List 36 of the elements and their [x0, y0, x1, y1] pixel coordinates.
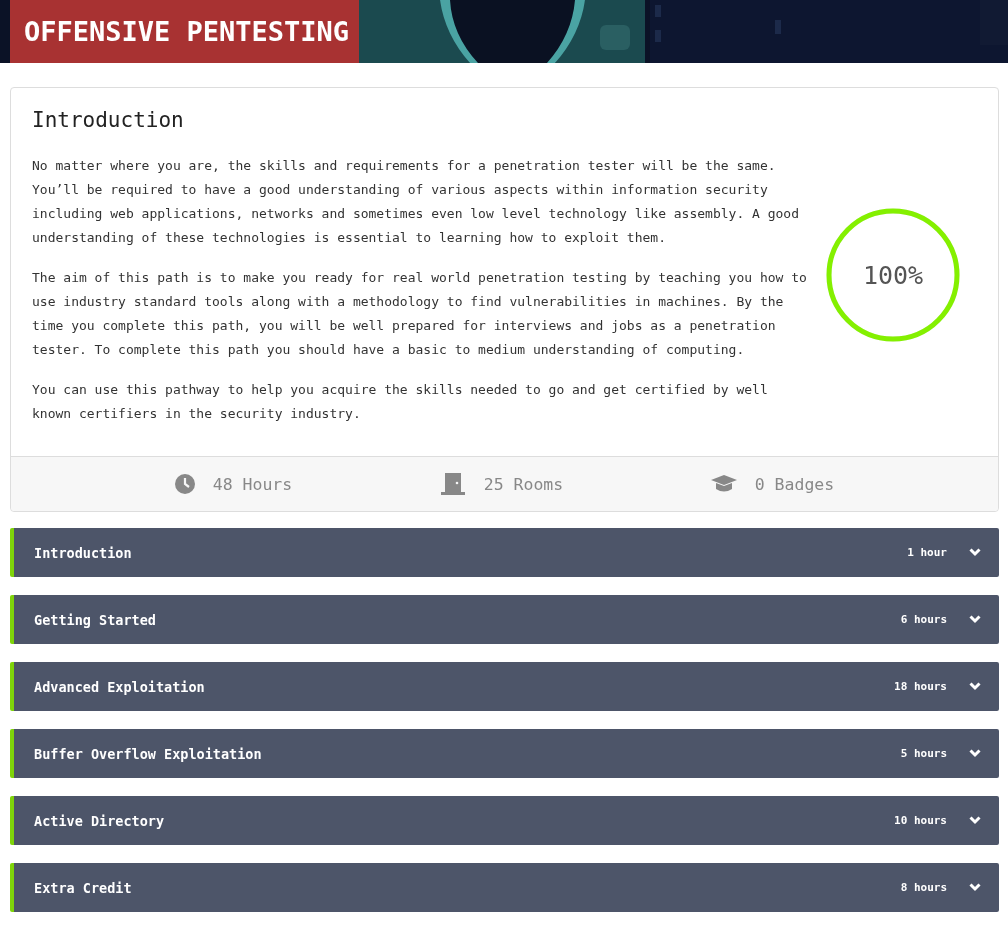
description-paragraph: No matter where you are, the skills and requirements for a penetration tester will be the same. You’ll be required to have a good understanding of various aspects within information security including web applications, networks and sometimes even low level technology like assembly. A good understanding of these technologies is essential to learning how to exploit them.	[32, 157, 800, 247]
description-paragraph: You can use this pathway to help you acquire the skills needed to go and get certified by well known certifiers in the security industry.	[32, 381, 769, 423]
module-header[interactable]: Active Directory 10 hours	[10, 796, 999, 845]
graduation-cap-icon	[710, 475, 737, 493]
clock-icon	[174, 474, 195, 494]
module-duration: 10 hours	[894, 814, 947, 827]
chevron-down-icon	[969, 749, 981, 758]
module-duration: 6 hours	[900, 613, 947, 626]
chevron-down-icon	[969, 682, 981, 691]
chevron-down-icon	[969, 816, 981, 825]
chevron-down-icon	[969, 548, 981, 557]
chevron-down-icon	[969, 615, 981, 624]
module-header[interactable]: Extra Credit 8 hours	[10, 863, 999, 912]
stat-label: 25 Rooms	[483, 474, 564, 494]
stat-label: 0 Badges	[754, 474, 835, 494]
module-duration: 8 hours	[900, 881, 947, 894]
progress-percent: 100%	[862, 260, 924, 290]
module-duration: 1 hour	[907, 546, 947, 559]
module-title: Advanced Exploitation	[34, 678, 206, 695]
module-duration: 18 hours	[894, 680, 947, 693]
description-paragraph: The aim of this path is to make you ready for real world penetration testing by teaching you how to use industry standard tools along with a methodology to find vulnerabilities in machines. By the time you complete this path, you will be well prepared for interviews and jobs as a penetration tester. To complete this path you should have a basic to medium understanding of computing.	[32, 269, 808, 359]
module-title: Extra Credit	[34, 879, 133, 896]
door-icon	[439, 473, 466, 495]
module-duration: 5 hours	[900, 747, 947, 760]
section-heading: Introduction	[32, 108, 185, 132]
module-header[interactable]: Advanced Exploitation 18 hours	[10, 662, 999, 711]
module-header[interactable]: Buffer Overflow Exploitation 5 hours	[10, 729, 999, 778]
stat-label: 48 Hours	[212, 474, 293, 494]
module-title: Buffer Overflow Exploitation	[34, 745, 263, 762]
module-header[interactable]: Getting Started 6 hours	[10, 595, 999, 644]
module-header[interactable]: Introduction 1 hour	[10, 528, 999, 577]
chevron-down-icon	[969, 883, 981, 892]
module-title: Active Directory	[34, 812, 166, 829]
banner-title: OFFENSIVE PENTESTING	[10, 0, 359, 63]
module-title: Introduction	[34, 544, 133, 561]
module-title: Getting Started	[34, 611, 157, 628]
